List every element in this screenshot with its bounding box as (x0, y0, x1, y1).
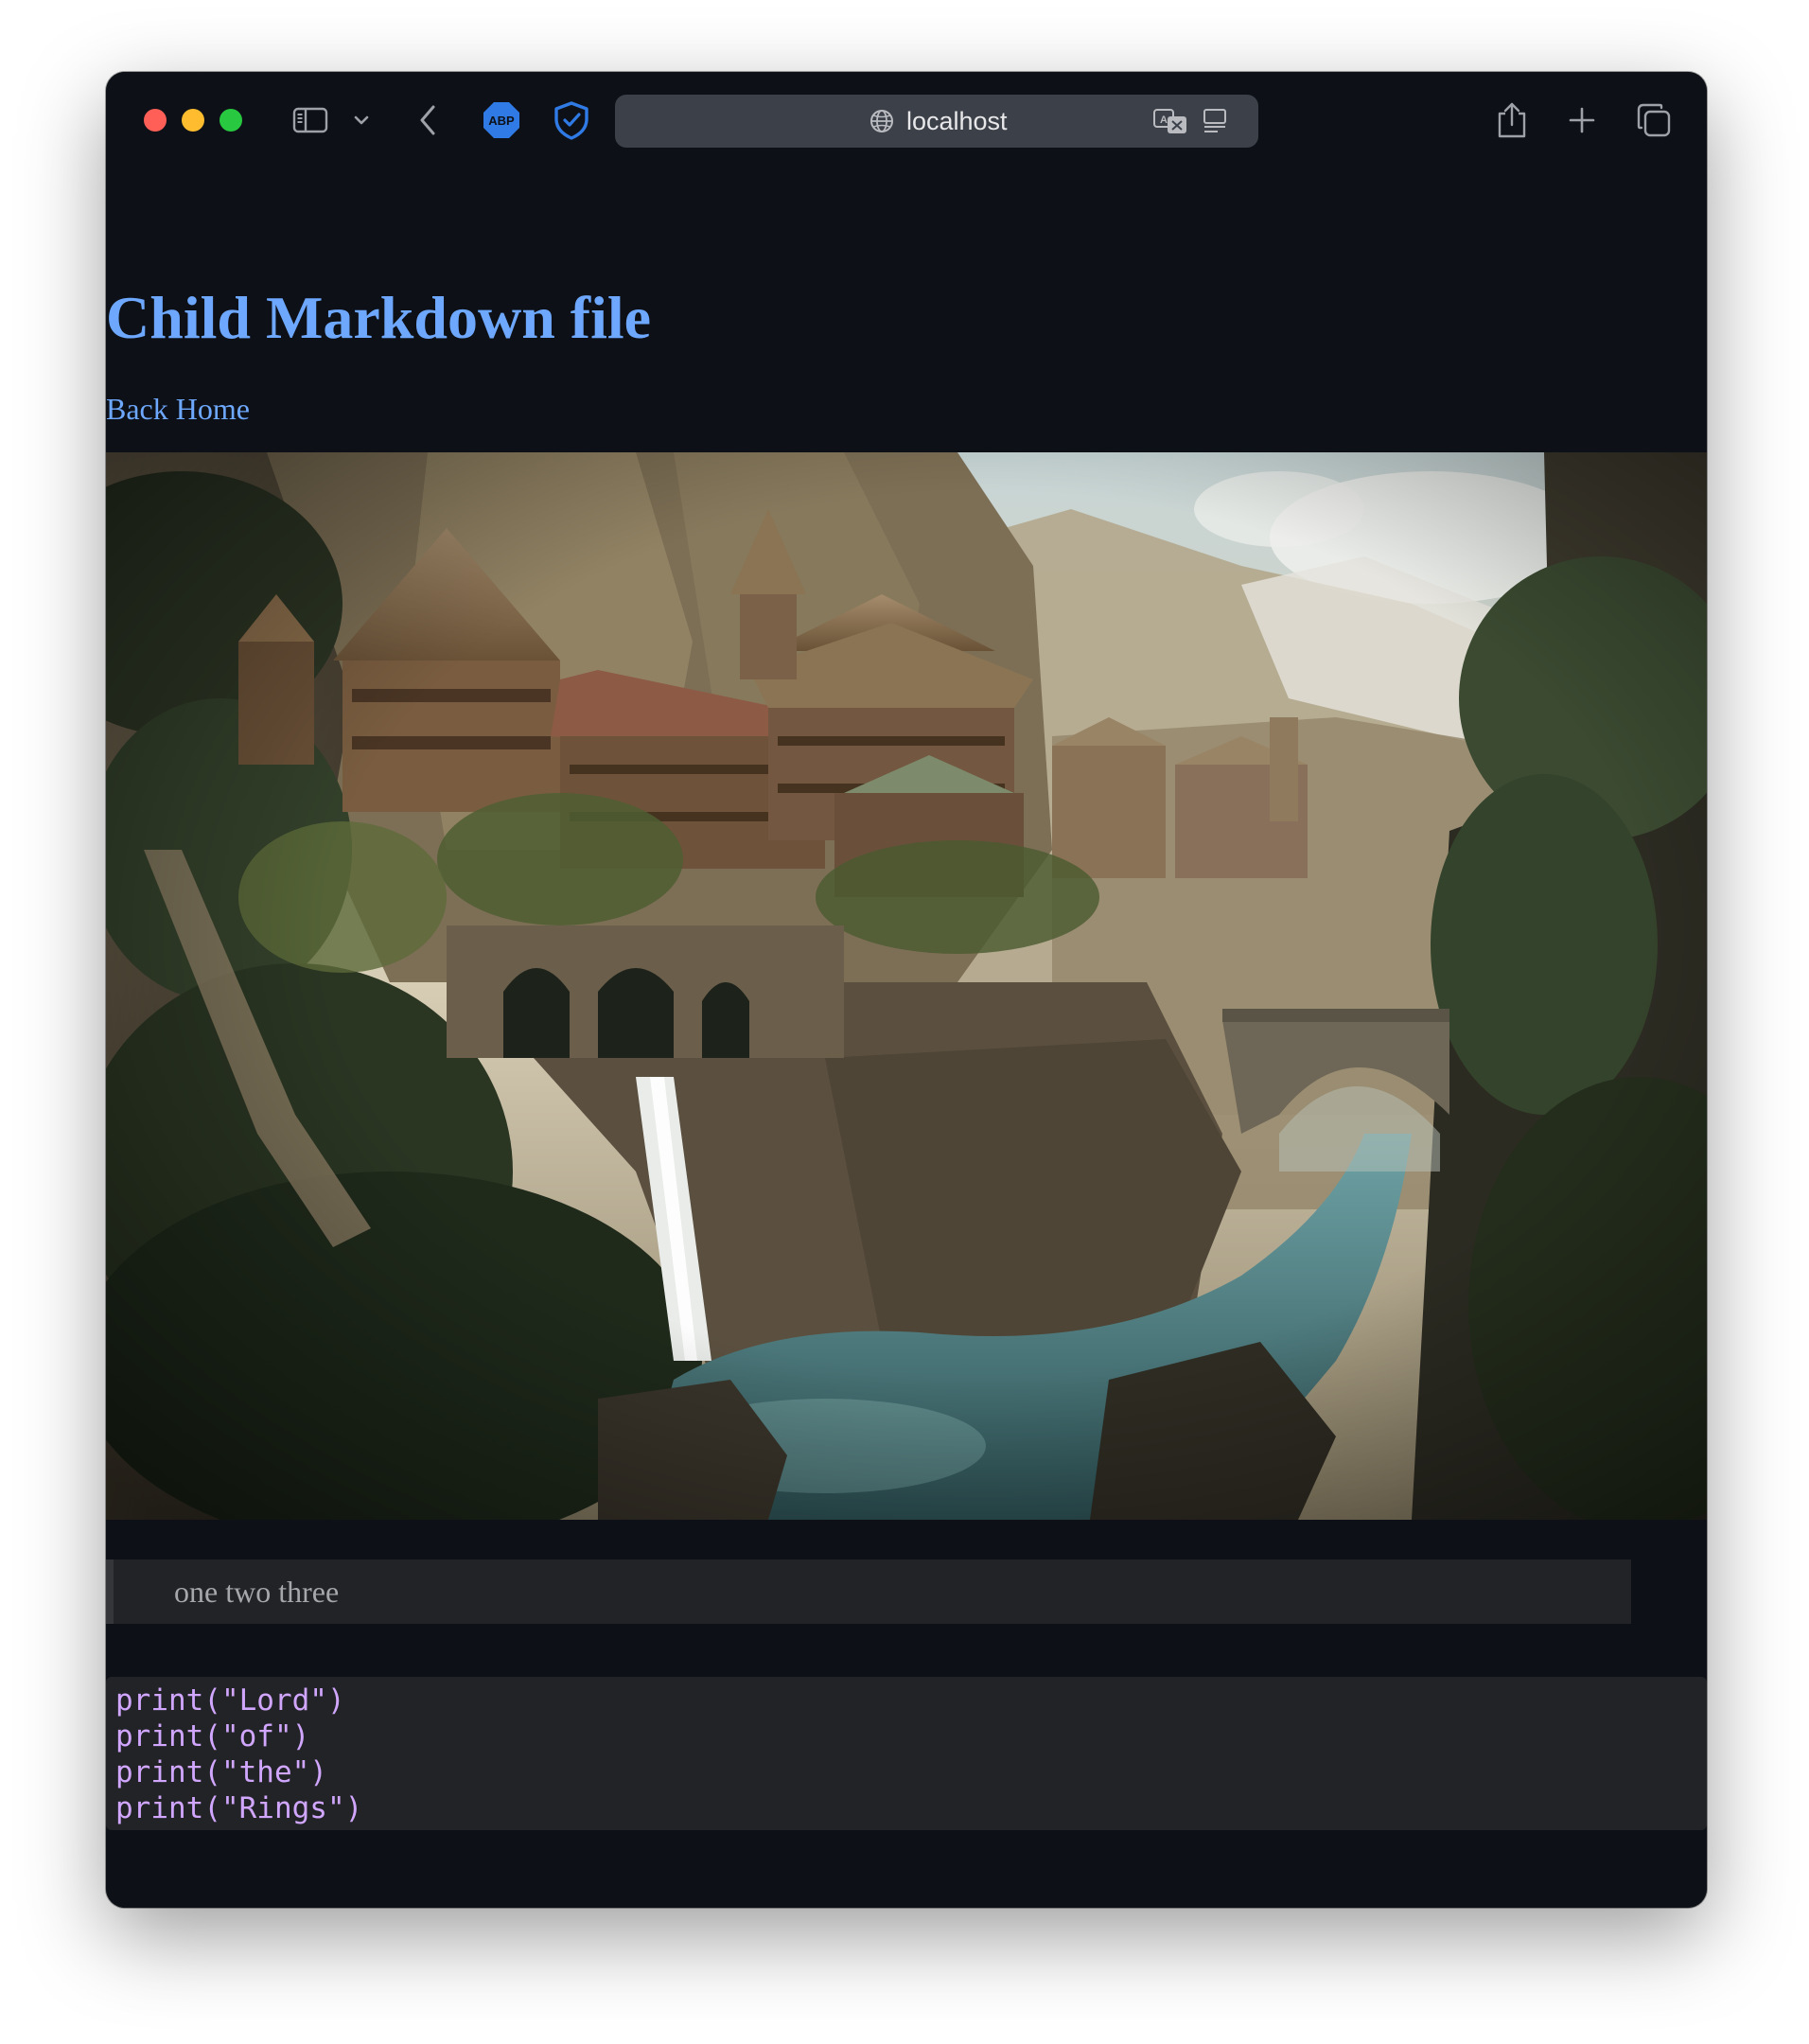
tabs-overview-icon (1637, 103, 1671, 137)
reader-icon[interactable] (1202, 107, 1228, 135)
code-line: print("of") (115, 1719, 310, 1753)
code-line: print("the") (115, 1755, 327, 1789)
plus-icon (1569, 107, 1595, 133)
code-line: print("Rings") (115, 1791, 363, 1825)
svg-text:A: A (1160, 115, 1168, 126)
maximize-window-button[interactable] (220, 109, 242, 132)
url-text: localhost (906, 107, 1008, 135)
back-home-link[interactable]: Back Home (106, 390, 250, 428)
adblock-plus-extension-button[interactable]: ABP (481, 100, 522, 140)
share-button[interactable] (1493, 100, 1531, 140)
page-content: Child Markdown file Back Home one two th… (106, 167, 1707, 1908)
sidebar-menu-button[interactable] (350, 100, 373, 140)
fantasy-valley-image (106, 452, 1707, 1520)
back-button[interactable] (411, 100, 445, 140)
abp-badge-text: ABP (488, 114, 515, 128)
blockquote-text: one two three (174, 1575, 340, 1609)
browser-window: ABP localhost A Child Markdown file Back… (106, 72, 1707, 1908)
minimize-window-button[interactable] (182, 109, 204, 132)
shield-check-icon (554, 101, 588, 140)
blockquote: one two three (106, 1559, 1631, 1624)
chevron-down-icon (354, 115, 369, 125)
sidebar-toggle-button[interactable] (290, 100, 331, 140)
back-arrow-icon (420, 105, 435, 135)
tab-overview-button[interactable] (1635, 100, 1673, 140)
sidebar-icon (292, 107, 328, 133)
new-tab-button[interactable] (1565, 100, 1599, 140)
globe-icon (870, 110, 893, 132)
translate-icon[interactable]: A (1152, 107, 1188, 135)
close-window-button[interactable] (144, 109, 167, 132)
page-title: Child Markdown file (106, 284, 652, 351)
share-icon (1498, 102, 1526, 138)
adblock-plus-icon: ABP (483, 102, 519, 138)
privacy-shield-extension-button[interactable] (551, 100, 592, 140)
browser-toolbar: ABP localhost A (106, 72, 1707, 167)
address-bar[interactable]: localhost A (615, 95, 1258, 148)
hero-illustration (106, 452, 1707, 1520)
code-line: print("Lord") (115, 1683, 345, 1718)
code-block: print("Lord") print("of") print("the") p… (106, 1677, 1707, 1830)
